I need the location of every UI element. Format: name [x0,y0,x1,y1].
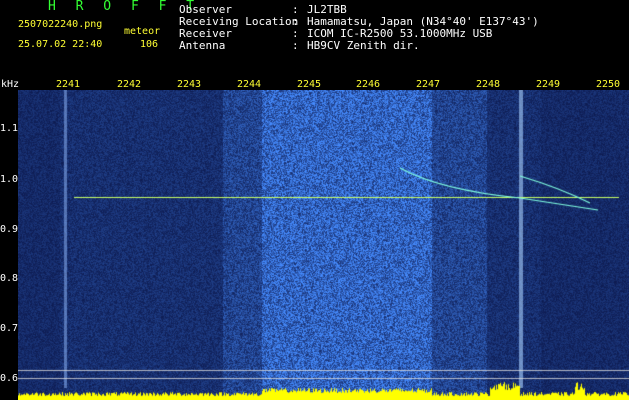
antenna-value: HB9CV Zenith dir. [307,39,420,52]
y-tick-label: 0.8 [0,273,19,284]
x-tick-label: 2241 [56,79,81,90]
file-name: 2507022240.png [18,19,103,30]
x-tick-label: 2249 [536,79,561,90]
spectrogram-canvas[interactable] [18,90,629,400]
colon: : [292,39,299,52]
y-tick-label: 1.0 [0,174,19,185]
x-tick-label: 2250 [596,79,621,90]
x-tick-label: 2242 [117,79,142,90]
event-count: 106 [140,39,159,50]
x-tick-label: 2243 [177,79,202,90]
y-tick-label: 1.1 [0,123,19,134]
app-title: H R O F F T [48,0,201,14]
x-tick-label: 2244 [237,79,262,90]
header-panel: H R O F F T 2507022240.png 25.07.02 22:4… [0,0,629,78]
y-tick-label: 0.6 [0,373,19,384]
x-tick-label: 2247 [416,79,441,90]
event-type: meteor [124,26,161,37]
antenna-label: Antenna [179,39,226,52]
x-tick-label: 2246 [356,79,381,90]
y-tick-label: 0.9 [0,224,19,235]
y-tick-label: 0.7 [0,323,19,334]
x-tick-label: 2245 [297,79,322,90]
capture-datetime: 25.07.02 22:40 [18,39,103,50]
frequency-axis: 1.1 1.0 0.9 0.8 0.7 0.6 [0,78,18,400]
x-tick-label: 2248 [476,79,501,90]
